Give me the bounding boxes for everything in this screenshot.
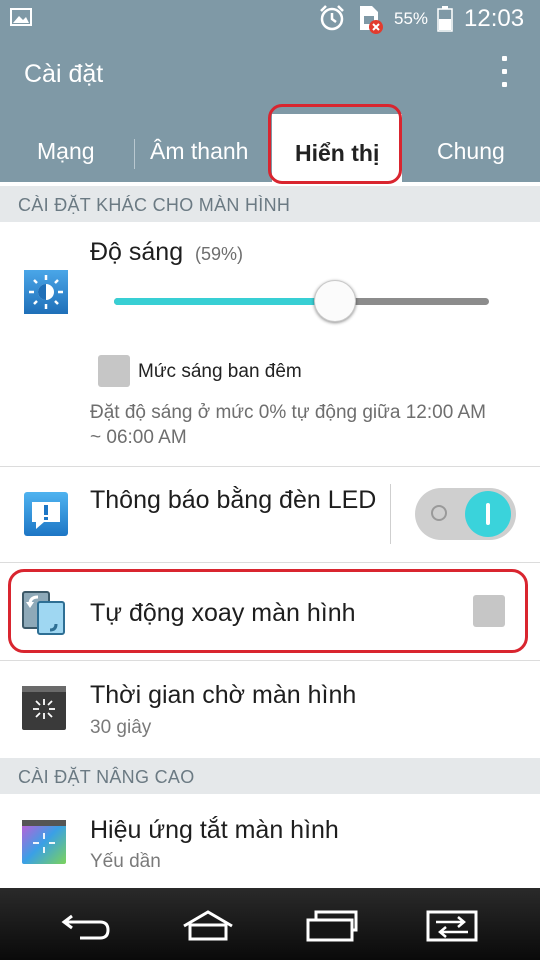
section-header-label: CÀI ĐẶT KHÁC CHO MÀN HÌNH (18, 195, 291, 215)
navigation-bar (0, 888, 540, 960)
section-header-other-display: CÀI ĐẶT KHÁC CHO MÀN HÌNH (0, 186, 540, 222)
tab-divider (134, 139, 135, 169)
auto-rotate-highlight-annotation (8, 569, 528, 653)
divider (0, 562, 540, 563)
tab-network[interactable]: Mạng (37, 138, 95, 165)
page-title: Cài đặt (24, 60, 104, 88)
section-header-label: CÀI ĐẶT NÂNG CAO (18, 767, 195, 787)
brightness-slider-fill (114, 298, 336, 305)
dual-window-icon[interactable] (424, 908, 480, 944)
night-brightness-label: Mức sáng ban đêm (138, 361, 302, 382)
battery-percent: 55% (394, 9, 429, 28)
clock: 12:03 (464, 5, 525, 32)
brightness-slider-thumb[interactable] (314, 280, 357, 322)
divider (0, 660, 540, 661)
brightness-icon (24, 270, 68, 314)
night-brightness-description: Đặt độ sáng ở mức 0% tự động giữa 12:00 … (90, 402, 486, 448)
night-brightness-checkbox[interactable] (98, 355, 130, 387)
tab-highlight-annotation (268, 104, 402, 184)
app-bar: Cài đặt (0, 38, 540, 112)
screen-off-effect-icon (22, 820, 66, 864)
led-notification-icon (24, 492, 68, 536)
divider (0, 466, 540, 467)
section-header-advanced: CÀI ĐẶT NÂNG CAO (0, 758, 540, 794)
battery-icon (437, 6, 453, 32)
screen-timeout-value: 30 giây (90, 717, 152, 738)
recent-apps-icon[interactable] (304, 908, 360, 944)
tab-general[interactable]: Chung (437, 138, 505, 165)
toggle-knob (465, 491, 511, 537)
screen-timeout-title: Thời gian chờ màn hình (90, 681, 357, 709)
alarm-icon (320, 5, 344, 31)
screen-off-effect-title: Hiệu ứng tắt màn hình (90, 816, 339, 844)
sim-error-icon (360, 6, 383, 34)
back-icon[interactable] (58, 908, 114, 944)
led-notification-toggle[interactable] (415, 488, 516, 540)
screen-off-effect-value: Yếu dần (90, 851, 161, 872)
led-notification-title: Thông báo bằng đèn LED (90, 486, 377, 514)
brightness-value: (59%) (195, 244, 244, 264)
status-bar: 55% 12:03 (0, 0, 540, 38)
toggle-off-mark (431, 505, 447, 521)
home-icon[interactable] (180, 908, 236, 944)
tab-sound[interactable]: Âm thanh (150, 138, 248, 165)
vertical-divider (390, 484, 391, 544)
screen-timeout-icon (22, 686, 66, 730)
more-vert-icon[interactable] (492, 56, 516, 96)
gallery-icon (10, 8, 32, 26)
brightness-title: Độ sáng (90, 238, 184, 266)
